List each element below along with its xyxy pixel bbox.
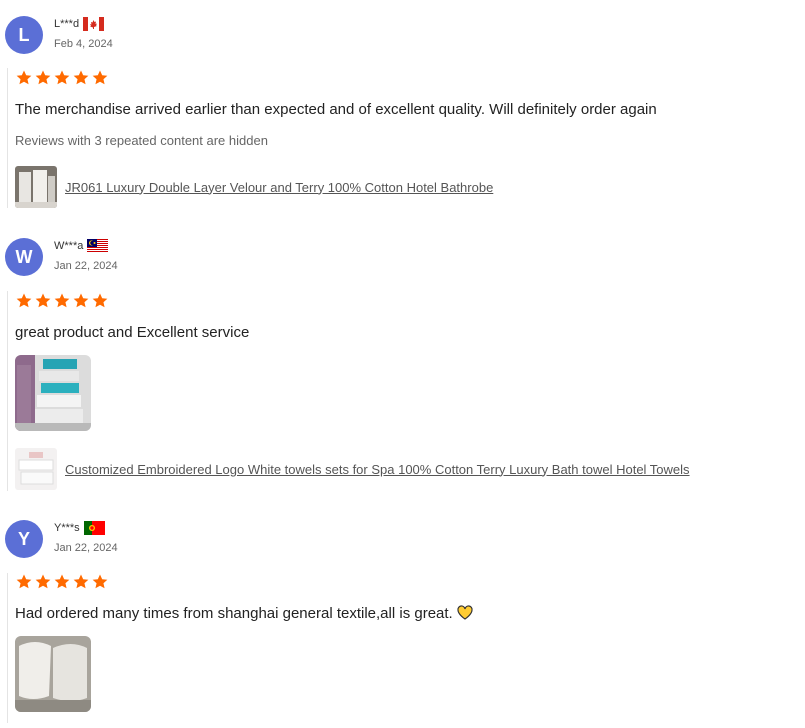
username: L***d [54, 18, 80, 30]
divider [7, 291, 8, 491]
product-link[interactable]: JR061 Luxury Double Layer Velour and Ter… [65, 180, 493, 195]
review-text: Had ordered many times from shanghai gen… [15, 605, 473, 622]
review-card: W W***a Jan 22, 2024 great product and E… [0, 222, 805, 497]
review-text: The merchandise arrived earlier than exp… [15, 101, 657, 118]
star-icon [15, 573, 33, 591]
product-link-row[interactable]: Customized Embroidered Logo White towels… [15, 448, 690, 490]
star-icon [53, 573, 71, 591]
star-icon [34, 292, 52, 310]
star-icon [91, 69, 109, 87]
product-thumbnail[interactable] [15, 166, 57, 208]
username-row: Y***s [54, 521, 105, 535]
star-icon [53, 69, 71, 87]
star-rating [15, 292, 109, 310]
divider [7, 68, 8, 208]
product-thumbnail[interactable] [15, 448, 57, 490]
canada-flag-icon [83, 17, 105, 31]
hidden-reviews-note: Reviews with 3 repeated content are hidd… [15, 133, 268, 148]
review-text: great product and Excellent service [15, 324, 250, 341]
avatar: W [5, 238, 43, 276]
username: W***a [54, 240, 84, 252]
star-icon [34, 573, 52, 591]
review-card: L L***d Feb 4, 2024 The merchandise arri… [0, 0, 805, 215]
star-rating [15, 573, 109, 591]
review-photo[interactable] [15, 355, 91, 431]
product-link[interactable]: Customized Embroidered Logo White towels… [65, 462, 690, 477]
username-row: L***d [54, 17, 105, 31]
review-card: Y Y***s Jan 22, 2024 Had ordered many ti… [0, 504, 805, 728]
star-icon [15, 292, 33, 310]
heart-icon [457, 605, 473, 620]
avatar: Y [5, 520, 43, 558]
review-date: Jan 22, 2024 [54, 542, 118, 554]
star-icon [53, 292, 71, 310]
divider [7, 573, 8, 723]
portugal-flag-icon [83, 521, 105, 535]
star-icon [91, 292, 109, 310]
star-icon [15, 69, 33, 87]
malaysia-flag-icon [87, 239, 109, 253]
star-icon [72, 292, 90, 310]
avatar: L [5, 16, 43, 54]
star-icon [91, 573, 109, 591]
username-row: W***a [54, 239, 109, 253]
star-icon [34, 69, 52, 87]
star-icon [72, 69, 90, 87]
star-icon [72, 573, 90, 591]
star-rating [15, 69, 109, 87]
review-date: Feb 4, 2024 [54, 38, 113, 50]
product-link-row[interactable]: JR061 Luxury Double Layer Velour and Ter… [15, 166, 493, 208]
review-photo[interactable] [15, 636, 91, 712]
review-date: Jan 22, 2024 [54, 260, 118, 272]
username: Y***s [54, 522, 80, 534]
review-text-content: Had ordered many times from shanghai gen… [15, 605, 457, 622]
